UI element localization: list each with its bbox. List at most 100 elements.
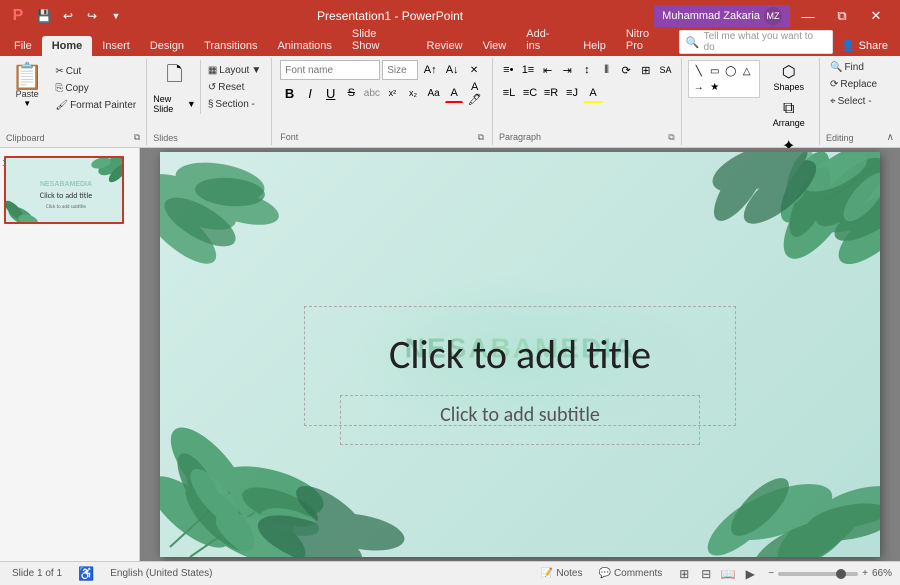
columns-button[interactable]: ⫴ bbox=[597, 60, 616, 80]
close-button[interactable]: ✕ bbox=[860, 2, 892, 30]
highlight-color-button[interactable]: A🖊 bbox=[465, 83, 484, 103]
quick-access-toolbar: 💾 ↩ ↪ ▼ bbox=[34, 6, 126, 26]
clipboard-expand-icon[interactable]: ⧉ bbox=[134, 132, 140, 143]
comments-button[interactable]: 💬 Comments bbox=[594, 567, 666, 580]
para-color-button[interactable]: A bbox=[583, 83, 603, 103]
decrease-font-button[interactable]: A↓ bbox=[442, 60, 462, 80]
tab-home[interactable]: Home bbox=[42, 36, 93, 56]
bullets-button[interactable]: ≡• bbox=[499, 60, 518, 80]
decrease-indent-button[interactable]: ⇤ bbox=[538, 60, 557, 80]
superscript-button[interactable]: x² bbox=[383, 83, 402, 103]
tab-review[interactable]: Review bbox=[417, 36, 473, 56]
clear-format-button[interactable]: ✕ bbox=[464, 60, 484, 80]
copy-button[interactable]: ⎘ Copy bbox=[51, 81, 140, 96]
format-painter-button[interactable]: 🖌 Format Painter bbox=[51, 98, 140, 113]
share-button[interactable]: 👤 Share bbox=[833, 37, 896, 54]
shape-rect[interactable]: ▭ bbox=[707, 63, 723, 79]
font-size-input[interactable] bbox=[382, 60, 418, 80]
underline-button[interactable]: U bbox=[321, 83, 340, 103]
font-color-button[interactable]: A bbox=[445, 83, 464, 103]
tab-file[interactable]: File bbox=[4, 36, 42, 56]
shadow-button[interactable]: abc bbox=[363, 83, 382, 103]
select-button[interactable]: ⌖ Select - bbox=[826, 94, 894, 109]
cut-button[interactable]: ✂ Cut bbox=[51, 64, 140, 79]
tab-slideshow[interactable]: Slide Show bbox=[342, 24, 417, 56]
shape-tri[interactable]: △ bbox=[739, 63, 755, 79]
titlebar: P 💾 ↩ ↪ ▼ Presentation1 - PowerPoint Muh… bbox=[0, 0, 900, 32]
tab-animations[interactable]: Animations bbox=[267, 36, 341, 56]
text-direction-button[interactable]: ⟳ bbox=[617, 60, 636, 80]
editing-expand-chevron[interactable]: ∧ bbox=[887, 132, 894, 143]
paste-icon: 📋 bbox=[11, 63, 43, 89]
zoom-slider[interactable] bbox=[778, 572, 858, 576]
shapes-button[interactable]: ⬡ Shapes bbox=[764, 60, 814, 94]
slide-panel: 1 NESABAMEDIA bbox=[0, 148, 140, 561]
zoom-out-button[interactable]: − bbox=[768, 568, 774, 579]
notes-button[interactable]: 📝 Notes bbox=[537, 567, 587, 580]
slide-item-1[interactable]: 1 NESABAMEDIA bbox=[4, 156, 135, 224]
main-area: 1 NESABAMEDIA bbox=[0, 148, 900, 561]
tab-addins[interactable]: Add-ins bbox=[516, 24, 573, 56]
tab-transitions[interactable]: Transitions bbox=[194, 36, 267, 56]
shape-arrow[interactable]: → bbox=[691, 79, 707, 95]
tab-help[interactable]: Help bbox=[573, 36, 616, 56]
align-left-button[interactable]: ≡L bbox=[499, 83, 519, 103]
justify-button[interactable]: ≡J bbox=[562, 83, 582, 103]
slide-subtitle-placeholder[interactable]: Click to add subtitle bbox=[440, 403, 600, 427]
change-case-button[interactable]: Aa bbox=[424, 83, 443, 103]
slide-sorter-button[interactable]: ⊟ bbox=[696, 565, 716, 583]
paragraph-group-footer: Paragraph ⧉ bbox=[499, 132, 675, 143]
tab-nitro[interactable]: Nitro Pro bbox=[616, 24, 679, 56]
paste-button[interactable]: 📋 Paste ▼ bbox=[6, 60, 48, 132]
strikethrough-button[interactable]: S bbox=[342, 83, 361, 103]
accessibility-icon[interactable]: ♿ bbox=[78, 566, 94, 582]
reading-view-button[interactable]: 📖 bbox=[718, 565, 738, 583]
tab-design[interactable]: Design bbox=[140, 36, 194, 56]
restore-button[interactable]: ⧉ bbox=[826, 2, 858, 30]
slide-thumbnail-1[interactable]: NESABAMEDIA Click to add title Click to … bbox=[4, 156, 124, 224]
normal-view-button[interactable]: ⊞ bbox=[674, 565, 694, 583]
layout-button[interactable]: ▦ Layout ▼ bbox=[204, 63, 265, 78]
line-spacing-button[interactable]: ↕ bbox=[578, 60, 597, 80]
zoom-in-button[interactable]: + bbox=[862, 568, 868, 579]
font-expand-icon[interactable]: ⧉ bbox=[478, 132, 484, 143]
shape-oval[interactable]: ◯ bbox=[723, 63, 739, 79]
shape-star[interactable]: ★ bbox=[707, 79, 723, 95]
language-indicator[interactable]: English (United States) bbox=[106, 567, 216, 580]
new-slide-button[interactable]: 🗋 New Slide ▼ bbox=[153, 60, 201, 114]
search-box[interactable]: 🔍 Tell me what you want to do bbox=[679, 30, 833, 54]
find-button[interactable]: 🔍 Find bbox=[826, 60, 894, 75]
section-button[interactable]: § Section - bbox=[204, 97, 265, 112]
font-name-input[interactable] bbox=[280, 60, 380, 80]
slideshow-button[interactable]: ▶ bbox=[740, 565, 760, 583]
align-center-button[interactable]: ≡C bbox=[520, 83, 540, 103]
tab-view[interactable]: View bbox=[473, 36, 517, 56]
slide-canvas[interactable]: NESABAMEDIA Click to add title Click to … bbox=[160, 152, 880, 557]
increase-indent-button[interactable]: ⇥ bbox=[558, 60, 577, 80]
shapes-palette: ╲ ▭ ◯ △ → ★ bbox=[688, 60, 760, 98]
tab-insert[interactable]: Insert bbox=[92, 36, 140, 56]
subscript-button[interactable]: x₂ bbox=[404, 83, 423, 103]
numbering-button[interactable]: 1≡ bbox=[519, 60, 538, 80]
redo-qa-button[interactable]: ↪ bbox=[82, 6, 102, 26]
align-text-button[interactable]: ⊞ bbox=[636, 60, 655, 80]
zoom-percent[interactable]: 66% bbox=[872, 568, 892, 579]
bold-button[interactable]: B bbox=[280, 83, 299, 103]
undo-qa-button[interactable]: ↩ bbox=[58, 6, 78, 26]
paste-label: Paste bbox=[16, 89, 39, 99]
shape-line[interactable]: ╲ bbox=[691, 63, 707, 79]
shapes-gallery: ╲ ▭ ◯ △ → ★ bbox=[688, 60, 760, 98]
align-right-button[interactable]: ≡R bbox=[541, 83, 561, 103]
italic-button[interactable]: I bbox=[301, 83, 320, 103]
paragraph-expand-icon[interactable]: ⧉ bbox=[668, 132, 674, 143]
customize-qa-button[interactable]: ▼ bbox=[106, 6, 126, 26]
arrange-button[interactable]: ⧉ Arrange bbox=[764, 98, 814, 130]
minimize-button[interactable]: — bbox=[792, 2, 824, 30]
reset-button[interactable]: ↺ Reset bbox=[204, 80, 265, 95]
save-qa-button[interactable]: 💾 bbox=[34, 6, 54, 26]
copy-icon: ⎘ bbox=[55, 83, 63, 94]
slide-title-placeholder[interactable]: Click to add title bbox=[389, 330, 651, 379]
increase-font-button[interactable]: A↑ bbox=[420, 60, 440, 80]
smartart-button[interactable]: SA bbox=[656, 60, 675, 80]
replace-button[interactable]: ⟳ Replace bbox=[826, 77, 894, 92]
